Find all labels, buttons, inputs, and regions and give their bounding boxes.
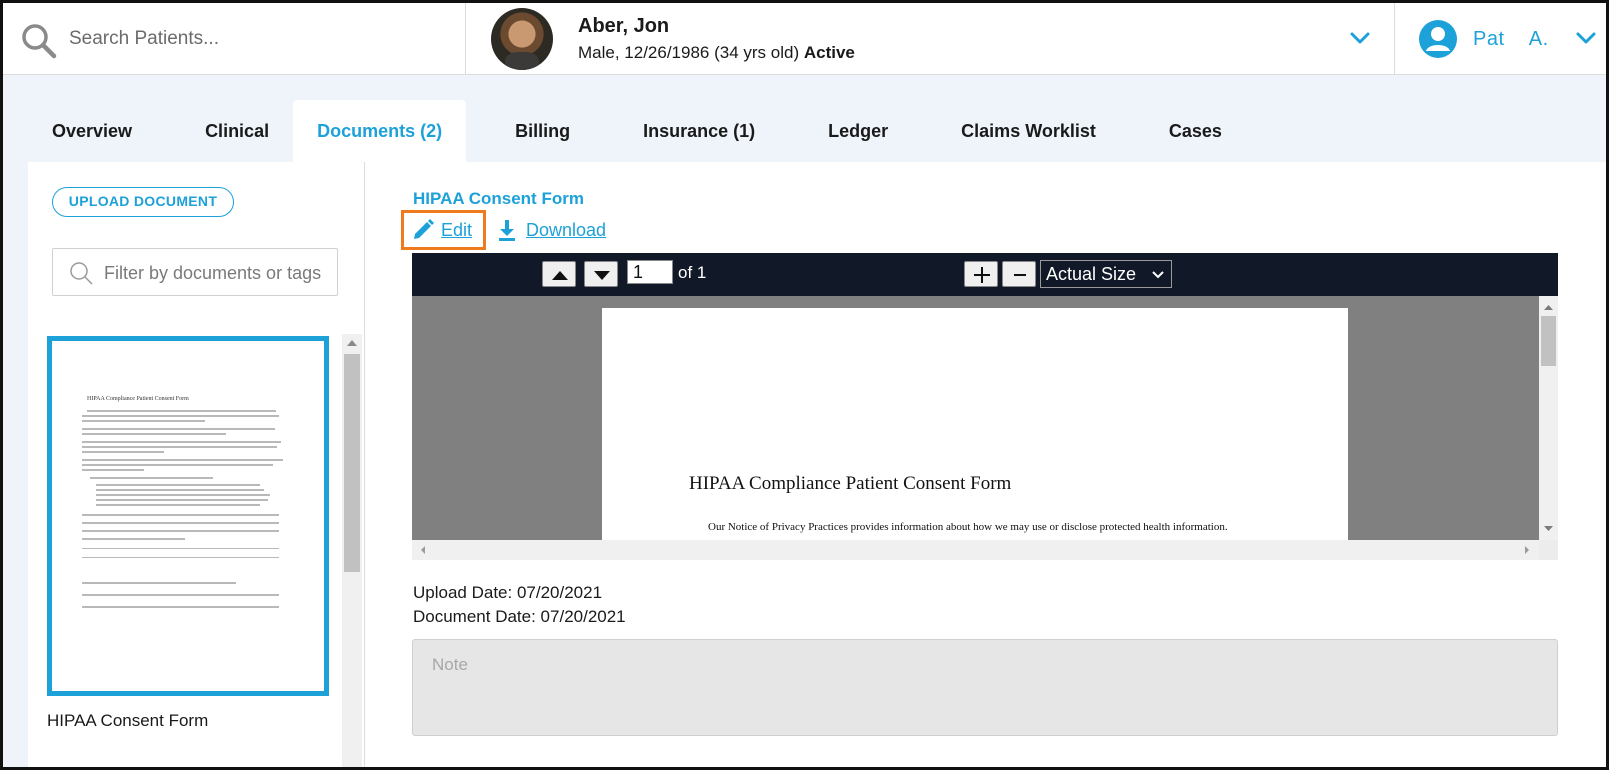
arrow-down-icon xyxy=(594,271,610,280)
patient-avatar xyxy=(491,8,553,70)
page-total: of 1 xyxy=(678,263,707,282)
user-menu[interactable]: Pat A. xyxy=(1395,3,1606,75)
filter-placeholder: Filter by documents or tags xyxy=(104,263,322,283)
scroll-down-icon[interactable] xyxy=(1539,522,1558,536)
plus-icon xyxy=(974,267,990,283)
edit-label: Edit xyxy=(441,219,473,240)
document-caption[interactable]: HIPAA Consent Form xyxy=(47,711,208,731)
document-date: Document Date: 07/20/2021 xyxy=(413,607,626,626)
tab-insurance[interactable]: Insurance (1) xyxy=(594,100,779,162)
zoom-value: Actual Size xyxy=(1046,264,1137,284)
user-name: Pat A. xyxy=(1473,28,1549,51)
pdf-canvas[interactable]: HIPAA Compliance Patient Consent Form Ou… xyxy=(412,296,1539,540)
scrollbar-thumb[interactable] xyxy=(1541,316,1556,366)
document-list-panel: UPLOAD DOCUMENT Filter by documents or t… xyxy=(28,162,365,767)
tab-documents[interactable]: Documents (2) xyxy=(293,100,467,162)
chevron-down-icon xyxy=(1152,271,1164,279)
app-window: Search Patients... Aber, Jon Male, 12/26… xyxy=(0,0,1609,770)
pdf-page-text: Our Notice of Privacy Practices provides… xyxy=(708,521,1228,533)
scroll-up-icon[interactable] xyxy=(1539,300,1558,314)
scrollbar-thumb[interactable] xyxy=(344,354,360,572)
download-link[interactable]: Download xyxy=(498,219,606,241)
patient-info: Male, 12/26/1986 (34 yrs old) Active xyxy=(578,43,855,63)
previous-page-button[interactable] xyxy=(542,261,576,287)
zoom-out-button[interactable] xyxy=(1002,261,1036,287)
zoom-in-button[interactable] xyxy=(964,261,998,287)
thumbnail-page: HIPAA Compliance Patient Consent Form xyxy=(82,396,287,666)
user-last-initial: A. xyxy=(1528,28,1549,50)
tab-clinical[interactable]: Clinical xyxy=(156,100,293,162)
pdf-vertical-scrollbar[interactable] xyxy=(1539,296,1558,540)
patient-name: Aber, Jon xyxy=(578,15,670,37)
patient-demographics: Male, 12/26/1986 (34 yrs old) xyxy=(578,43,800,62)
pdf-horizontal-scrollbar[interactable] xyxy=(412,540,1539,560)
chevron-down-icon[interactable] xyxy=(1575,27,1597,49)
download-icon xyxy=(499,220,515,241)
note-placeholder: Note xyxy=(432,655,468,674)
user-icon xyxy=(1419,20,1457,58)
page-number-input[interactable]: 1 xyxy=(627,260,673,284)
tab-cases[interactable]: Cases xyxy=(1120,100,1246,162)
pdf-page-heading: HIPAA Compliance Patient Consent Form xyxy=(689,473,1012,494)
patient-status: Active xyxy=(803,43,855,62)
arrow-up-icon xyxy=(552,271,568,280)
top-header: Search Patients... Aber, Jon Male, 12/26… xyxy=(3,3,1606,75)
note-field[interactable]: Note xyxy=(412,639,1558,736)
pencil-icon xyxy=(414,219,434,239)
minus-icon xyxy=(1014,274,1026,276)
document-title: HIPAA Consent Form xyxy=(413,189,584,208)
tab-ledger[interactable]: Ledger xyxy=(779,100,912,162)
upload-date: Upload Date: 07/20/2021 xyxy=(413,583,603,602)
edit-link[interactable]: Edit xyxy=(412,219,472,241)
thumbnail-title: HIPAA Compliance Patient Consent Form xyxy=(87,396,189,402)
pdf-viewer: 1 of 1 Actual Size HIPAA Compliance Pati… xyxy=(412,253,1558,560)
scroll-right-icon[interactable] xyxy=(1520,540,1534,560)
document-list-scrollbar[interactable] xyxy=(342,334,362,767)
document-metadata: Upload Date: 07/20/2021 Document Date: 0… xyxy=(413,581,626,629)
patient-banner: Aber, Jon Male, 12/26/1986 (34 yrs old) … xyxy=(466,3,1395,75)
tab-billing[interactable]: Billing xyxy=(466,100,594,162)
download-label: Download xyxy=(526,219,607,240)
upload-document-button[interactable]: UPLOAD DOCUMENT xyxy=(52,187,234,217)
search-icon xyxy=(70,262,93,285)
tab-overview[interactable]: Overview xyxy=(28,100,156,162)
patient-tabs: Overview Clinical Documents (2) Billing … xyxy=(28,100,1246,162)
chevron-down-icon[interactable] xyxy=(1349,27,1371,49)
pdf-toolbar: 1 of 1 Actual Size xyxy=(412,253,1558,296)
zoom-select[interactable]: Actual Size xyxy=(1040,260,1172,288)
pdf-page: HIPAA Compliance Patient Consent Form Ou… xyxy=(602,308,1348,540)
patient-search[interactable]: Search Patients... xyxy=(3,3,466,75)
document-thumbnail[interactable]: HIPAA Compliance Patient Consent Form xyxy=(47,336,329,696)
user-first-name: Pat xyxy=(1473,28,1505,50)
scroll-up-icon[interactable] xyxy=(347,340,357,346)
tab-claims-worklist[interactable]: Claims Worklist xyxy=(912,100,1120,162)
documents-content: UPLOAD DOCUMENT Filter by documents or t… xyxy=(28,162,1606,767)
search-input[interactable]: Search Patients... xyxy=(69,28,219,50)
filter-input[interactable]: Filter by documents or tags xyxy=(52,248,338,296)
scroll-left-icon[interactable] xyxy=(416,540,430,560)
next-page-button[interactable] xyxy=(584,261,618,287)
search-icon xyxy=(22,24,57,59)
